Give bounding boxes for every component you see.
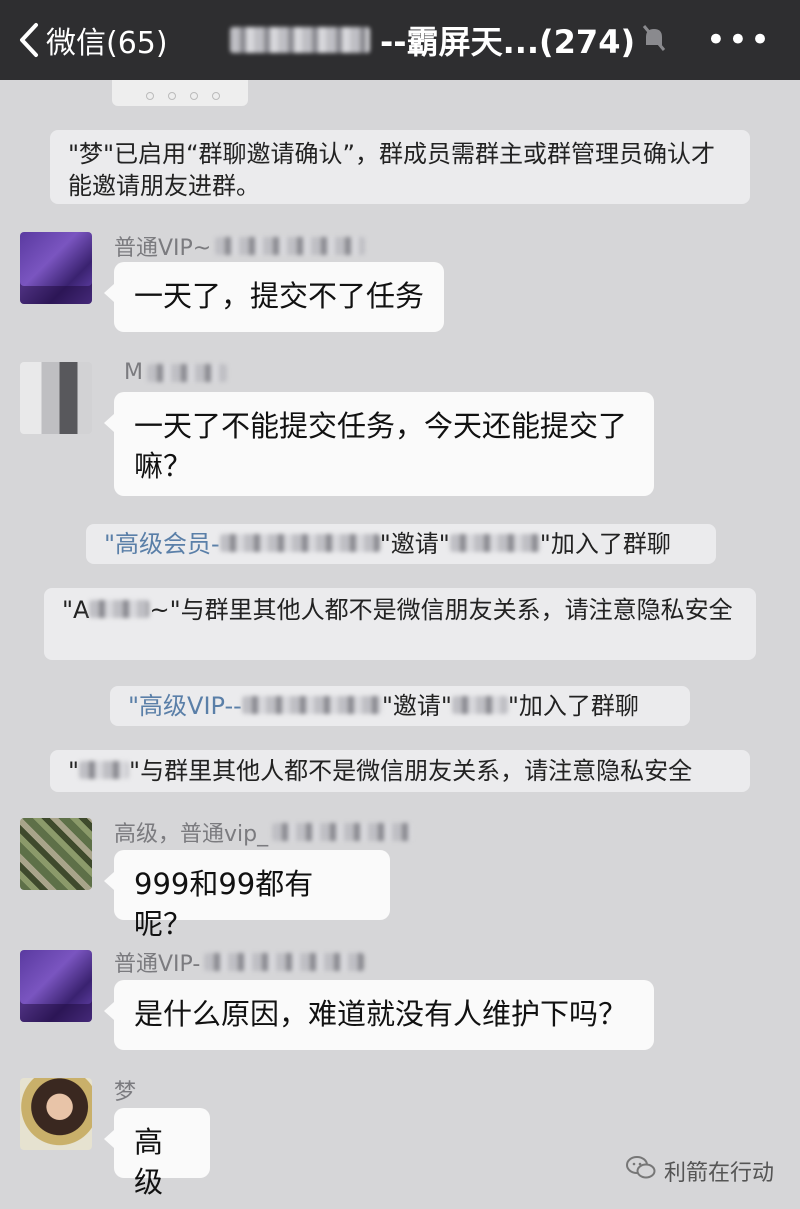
chat-title-text: --霸屏天...(274) (380, 23, 636, 61)
message-bubble[interactable]: 是什么原因，难道就没有人维护下吗？ (104, 980, 654, 1050)
wechat-icon (625, 1155, 656, 1187)
avatar[interactable] (20, 950, 92, 1022)
more-options-button[interactable]: ••• (706, 0, 772, 80)
system-notice: "A ~"与群里其他人都不是微信朋友关系，请注意隐私安全 (44, 588, 756, 660)
avatar[interactable] (20, 362, 92, 434)
back-button[interactable]: 微信(65) (18, 0, 168, 80)
partial-message-card (112, 80, 248, 106)
system-notice: "高级VIP-- "邀请" "加入了群聊 (110, 686, 690, 726)
avatar[interactable] (20, 818, 92, 890)
message-bubble[interactable]: 999和99都有呢？ (104, 850, 390, 941)
sender-name: 梦 (114, 1080, 137, 1105)
chat-header: 微信(65) --霸屏天...(274) ••• (0, 0, 800, 80)
message-bubble[interactable]: 一天了，提交不了任务 (104, 262, 444, 332)
chevron-left-icon (18, 22, 40, 58)
system-notice: "高级会员- "邀请" "加入了群聊 (86, 524, 716, 564)
message-bubble[interactable]: 高级 (104, 1108, 210, 1199)
sender-name: M (124, 360, 227, 385)
mute-icon (641, 23, 667, 57)
watermark: 利箭在行动 (625, 1155, 774, 1187)
watermark-text: 利箭在行动 (663, 1161, 774, 1186)
avatar[interactable] (20, 232, 92, 304)
sender-name: 高级，普通vip_ (114, 816, 413, 848)
sender-name: 普通VIP~ (114, 230, 366, 262)
blurred-group-name (230, 27, 370, 53)
chat-title: --霸屏天...(274) (230, 0, 667, 80)
system-notice: "梦"已启用“群聊邀请确认”，群成员需群主或群管理员确认才能邀请朋友进群。 (50, 130, 750, 204)
system-notice: " "与群里其他人都不是微信朋友关系，请注意隐私安全 (50, 750, 750, 792)
back-label: 微信(65) (46, 26, 168, 61)
avatar[interactable] (20, 1078, 92, 1150)
sender-name: 普通VIP- (114, 946, 365, 978)
message-bubble[interactable]: 一天了不能提交任务，今天还能提交了嘛？ (104, 392, 654, 496)
notice-text: "梦"已启用“群聊邀请确认”，群成员需群主或群管理员确认才能邀请朋友进群。 (68, 140, 715, 200)
